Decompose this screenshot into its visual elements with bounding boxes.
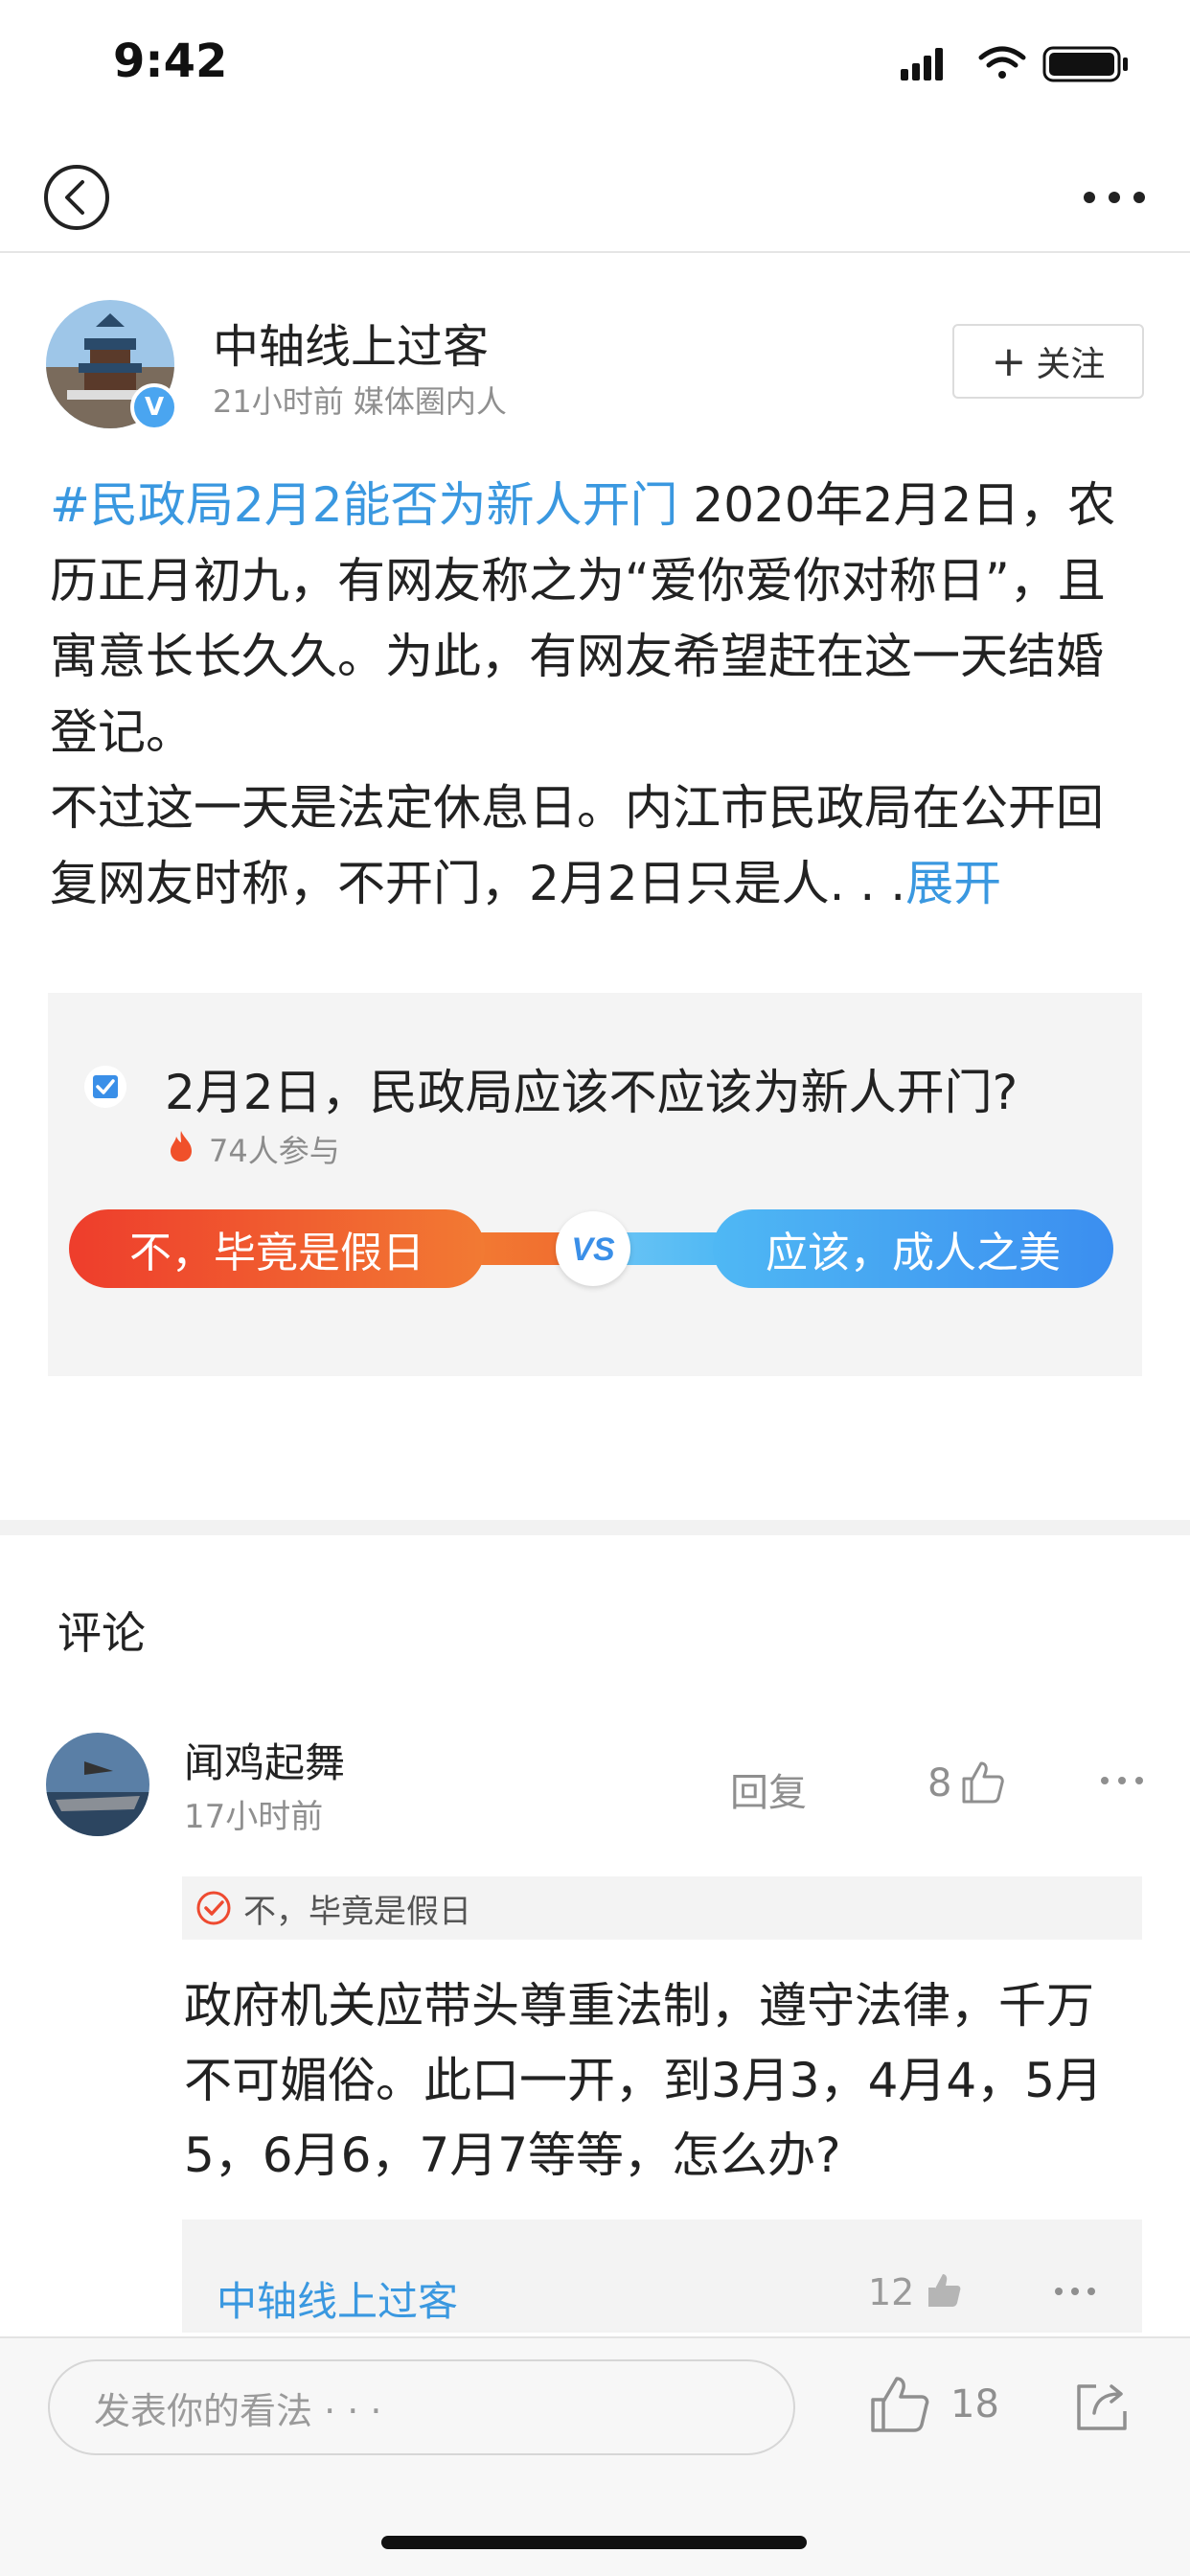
comment-input-placeholder: 发表你的看法 · · · — [94, 2389, 382, 2432]
nav-divider — [0, 251, 1190, 253]
comment-more-icon[interactable] — [1100, 1773, 1144, 1788]
post-like-count: 18 — [950, 2382, 999, 2426]
battery-icon — [1042, 46, 1128, 82]
post-body: #民政局2月2能否为新人开门 2020年2月2日，农历正月初九，有网友称之为“爱… — [50, 468, 1142, 922]
post-hashtag[interactable]: #民政局2月2能否为新人开门 — [50, 477, 678, 533]
comment-vote-tag: 不，毕竟是假日 — [182, 1876, 1142, 1940]
plus-icon: + — [991, 336, 1027, 386]
author-name[interactable]: 中轴线上过客 — [213, 309, 489, 376]
comment-input[interactable]: 发表你的看法 · · · — [48, 2359, 795, 2455]
reply-button[interactable]: 回复 — [730, 1761, 807, 1817]
comment-text: 政府机关应带头尊重法制，遵守法律，千万不可媚俗。此口一开，到3月3，4月4，5月… — [184, 1978, 1104, 2183]
comments-title: 评论 — [57, 1607, 146, 1659]
wifi-icon — [978, 46, 1026, 79]
share-icon[interactable] — [1073, 2380, 1131, 2432]
commenter-name[interactable]: 闻鸡起舞 — [184, 1731, 345, 1789]
comment-like-count: 8 — [927, 1761, 952, 1806]
flame-icon — [171, 1131, 192, 1162]
poll-question: 2月2日，民政局应该不应该为新人开门? — [165, 1065, 1018, 1120]
reply-more-icon[interactable] — [1054, 2285, 1096, 2298]
commenter-avatar[interactable] — [46, 1733, 149, 1836]
status-icons — [901, 46, 1128, 82]
more-icon — [1084, 192, 1145, 203]
signal-icon — [901, 48, 943, 80]
reply-thumbs-up-icon[interactable] — [926, 2271, 962, 2310]
expand-link[interactable]: 展开 — [905, 856, 1001, 911]
reply-author[interactable]: 中轴线上过客 — [217, 2269, 458, 2328]
vs-icon: VS — [571, 1231, 615, 1268]
poll-icon — [84, 1066, 126, 1108]
more-button[interactable] — [1081, 178, 1148, 217]
post-like-icon[interactable] — [868, 2373, 931, 2436]
comment-vote-label: 不，毕竟是假日 — [243, 1892, 471, 1931]
comment-time: 17小时前 — [184, 1798, 324, 1836]
poll-card — [48, 993, 1142, 1376]
vote-option-right[interactable]: 应该，成人之美 — [713, 1209, 1113, 1288]
vote-option-left[interactable]: 不，毕竟是假日 — [69, 1209, 485, 1288]
vote-option-left-label: 不，毕竟是假日 — [129, 1229, 424, 1277]
verified-badge: V — [130, 383, 178, 431]
back-button[interactable] — [44, 165, 109, 230]
follow-button[interactable]: + 关注 — [952, 324, 1144, 399]
reply-like-count: 12 — [868, 2271, 915, 2313]
svg-text:VS: VS — [571, 1231, 615, 1268]
status-time: 9:42 — [113, 34, 228, 88]
poll-participants: 74人参与 — [209, 1133, 340, 1169]
check-circle-icon — [196, 1891, 231, 1925]
back-icon — [65, 180, 84, 215]
thumbs-up-icon[interactable] — [960, 1760, 1004, 1806]
follow-label: 关注 — [1036, 345, 1106, 384]
section-separator — [0, 1520, 1190, 1535]
vote-option-right-label: 应该，成人之美 — [766, 1229, 1061, 1277]
home-indicator — [381, 2536, 807, 2549]
author-meta: 21小时前 媒体圈内人 — [213, 383, 507, 420]
vs-badge: VS — [556, 1211, 630, 1286]
